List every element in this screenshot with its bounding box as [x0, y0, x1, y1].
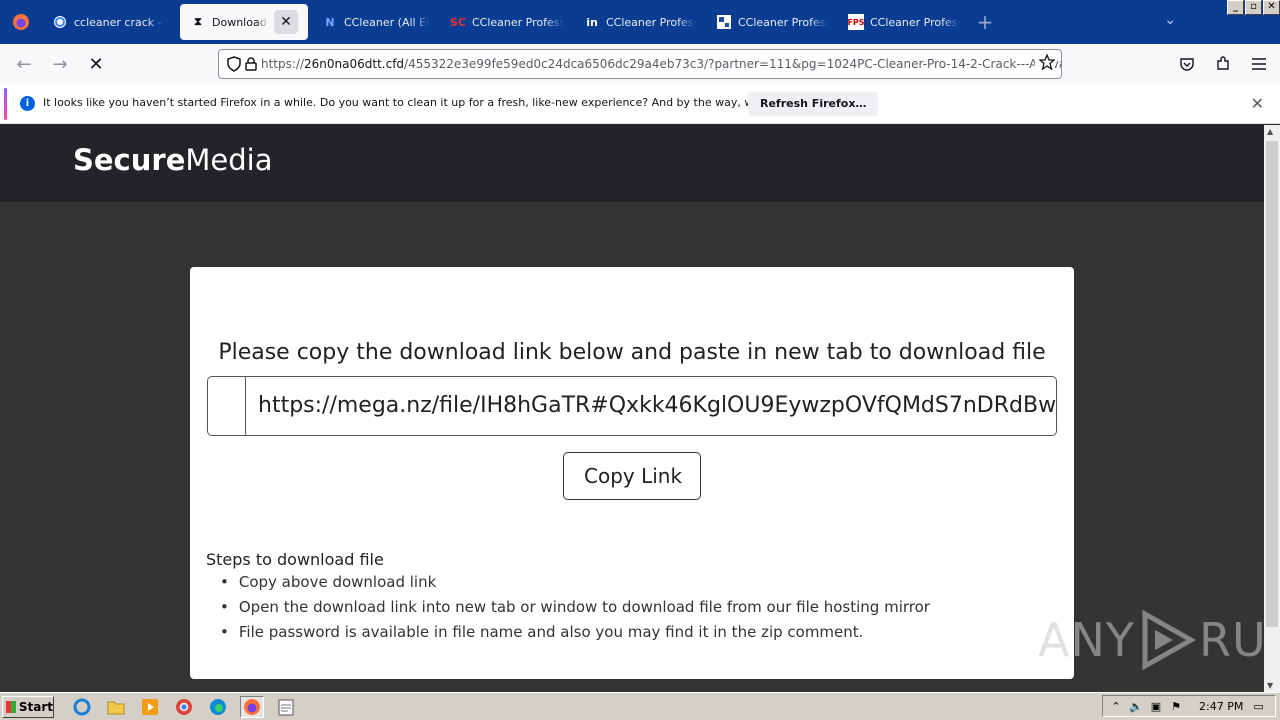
volume-icon[interactable]: 🔈 [1129, 699, 1143, 713]
url-bar[interactable]: https://26n0na06dtt.cfd/455322e3e99fe59e… [218, 49, 1062, 79]
sc-icon: SC [450, 15, 466, 29]
chrome-icon[interactable] [172, 696, 196, 718]
anyrun-watermark: ANY RUN [1038, 610, 1280, 670]
shield-icon[interactable] [227, 56, 241, 72]
media-player-icon[interactable] [138, 696, 162, 718]
tab-4[interactable]: in CCleaner Professio [574, 4, 706, 40]
close-window-icon[interactable]: ✕ [1263, 0, 1280, 15]
tab-title: CCleaner Professio [738, 15, 828, 29]
steps-title: Steps to download file [206, 550, 384, 569]
fps-icon: FPS [847, 14, 865, 30]
show-desktop-icon[interactable]: ▭ [1253, 700, 1263, 713]
grid-icon [716, 14, 732, 30]
scroll-up-icon[interactable]: ▲ [1267, 127, 1273, 136]
hourglass-icon: ⧗ [194, 15, 202, 28]
ie-icon[interactable] [70, 696, 94, 718]
firefox-icon [13, 14, 29, 30]
toolbar-right [1176, 52, 1270, 76]
notification-message: It looks like you haven’t started Firefo… [43, 96, 828, 109]
windows-flag-icon [6, 700, 16, 713]
page-scrollbar[interactable]: ▲ ▼ [1264, 125, 1280, 692]
notepad-icon[interactable] [274, 696, 298, 718]
list-item: File password is available in file name … [220, 623, 930, 648]
tab-title: Download - [212, 15, 268, 29]
download-card: Please copy the download link below and … [190, 267, 1074, 679]
steps-list: Copy above download link Open the downlo… [220, 573, 930, 648]
hamburger-menu-icon[interactable] [1248, 52, 1270, 76]
close-tab-icon[interactable]: ✕ [274, 10, 298, 34]
pocket-icon[interactable] [1176, 52, 1198, 76]
minimize-icon[interactable]: _ [1227, 0, 1244, 15]
list-item: Open the download link into new tab or w… [220, 598, 930, 623]
scrollbar-thumb[interactable] [1266, 141, 1278, 627]
refresh-notification-bar: i It looks like you haven’t started Fire… [0, 84, 1280, 124]
stop-loading-icon[interactable]: ✕ [78, 48, 114, 80]
info-icon: i [20, 96, 35, 111]
tab-title: CCleaner Professio [870, 15, 960, 29]
tab-2[interactable]: N CCleaner (All Editio [312, 4, 440, 40]
linkedin-icon: in [586, 15, 598, 29]
tab-title: CCleaner Professio [606, 15, 696, 29]
tab-5[interactable]: CCleaner Professio [706, 4, 838, 40]
bookmark-star-icon[interactable] [1035, 53, 1056, 73]
logo-light: Media [185, 143, 273, 177]
url-path: /455322e3e99fe59ed0c24dca6506dc29a4eb73c… [404, 57, 1062, 71]
download-link-field[interactable]: https://mega.nz/file/IH8hGaTR#Qxkk46KglO… [207, 376, 1057, 436]
tab-strip: ccleaner crack - Go ⧗ Download - ✕ N CCl… [0, 0, 1280, 44]
copy-link-button[interactable]: Copy Link [563, 452, 701, 500]
taskbar: Start ⌃ 🔈 ▣ ⚑ 2:47 PM ▭ [0, 692, 1280, 720]
download-instruction: Please copy the download link below and … [218, 340, 1046, 365]
tab-6[interactable]: FPS CCleaner Professio [838, 4, 970, 40]
new-tab-button[interactable]: + [970, 10, 1000, 34]
quick-launch [70, 695, 298, 718]
scroll-down-icon[interactable]: ▼ [1267, 681, 1273, 690]
tab-title: CCleaner (All Editio [344, 15, 430, 29]
url-scheme: https:// [261, 57, 305, 71]
list-all-tabs-chevron-icon[interactable]: ⌄ [1164, 12, 1176, 28]
refresh-firefox-button[interactable]: Refresh Firefox… [748, 92, 879, 116]
window-controls: _ ▫ ✕ [1227, 0, 1280, 15]
network-icon[interactable]: ▣ [1149, 699, 1163, 713]
lock-icon[interactable] [245, 57, 257, 71]
screen: ccleaner crack - Go ⧗ Download - ✕ N CCl… [0, 0, 1280, 720]
clock[interactable]: 2:47 PM [1199, 700, 1243, 713]
site-header: SecureMedia [0, 125, 1264, 202]
notification-accent [4, 88, 7, 120]
firefox-taskbar-icon[interactable] [240, 695, 264, 718]
system-tray: ⌃ 🔈 ▣ ⚑ 2:47 PM ▭ [1102, 695, 1276, 717]
folder-icon[interactable] [104, 696, 128, 718]
extensions-icon[interactable] [1212, 52, 1234, 76]
logo-bold: Secure [73, 143, 186, 177]
watermark-left: ANY [1038, 613, 1135, 667]
edge-icon[interactable] [206, 696, 230, 718]
start-button[interactable]: Start [2, 695, 54, 718]
google-icon [52, 14, 68, 30]
tray-expand-icon[interactable]: ⌃ [1109, 699, 1123, 713]
tab-0[interactable]: ccleaner crack - Go [42, 4, 176, 40]
tab-title: ccleaner crack - Go [74, 15, 166, 29]
url-host: 26n0na06dtt.cfd [304, 57, 405, 71]
n-icon: N [325, 15, 335, 29]
list-item: Copy above download link [220, 573, 930, 598]
restore-icon[interactable]: ▫ [1245, 0, 1262, 15]
start-label: Start [18, 699, 53, 714]
play-icon [1142, 610, 1195, 670]
back-arrow-icon[interactable]: ← [6, 48, 42, 80]
tray-icons: ⌃ 🔈 ▣ ⚑ [1109, 699, 1183, 713]
site-logo[interactable]: SecureMedia [73, 143, 272, 177]
tab-1[interactable]: ⧗ Download - ✕ [180, 4, 308, 40]
close-notification-icon[interactable]: ✕ [1251, 94, 1264, 113]
tab-title: CCleaner Professio [472, 15, 564, 29]
download-link-value[interactable]: https://mega.nz/file/IH8hGaTR#Qxkk46KglO… [246, 377, 1056, 435]
tab-3[interactable]: SC CCleaner Professio [440, 4, 574, 40]
link-field-prefix [208, 377, 246, 435]
web-page: SecureMedia Please copy the download lin… [0, 125, 1264, 692]
flag-icon[interactable]: ⚑ [1169, 699, 1183, 713]
forward-arrow-icon[interactable]: → [42, 48, 78, 80]
nav-bar: ← → ✕ https://26n0na06dtt.cfd/455322e3e9… [0, 44, 1280, 84]
firefox-view-button[interactable] [0, 0, 42, 44]
